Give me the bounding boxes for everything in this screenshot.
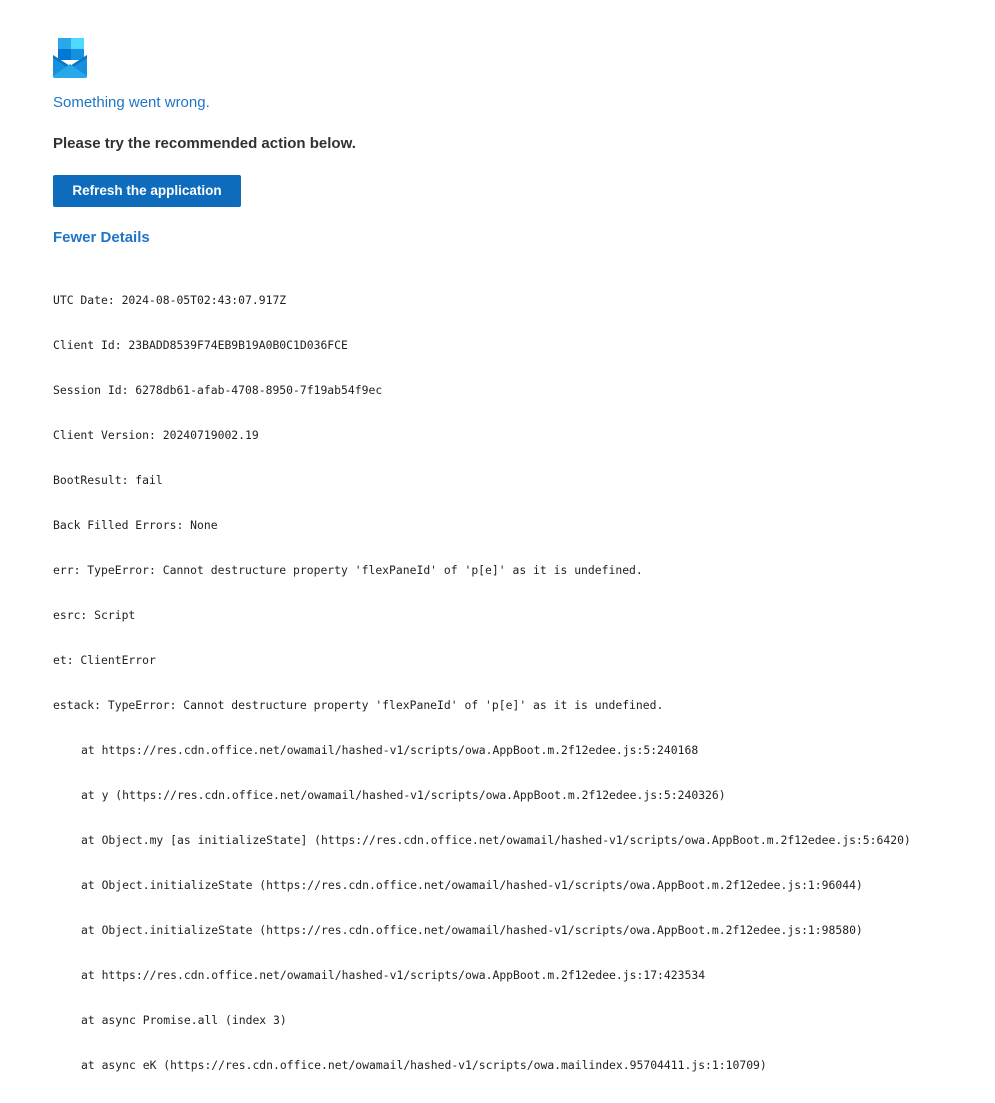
detail-client-version: Client Version: 20240719002.19 (53, 428, 259, 442)
detail-boot-result: BootResult: fail (53, 473, 163, 487)
stack-frame: at y (https://res.cdn.office.net/owamail… (81, 788, 726, 802)
stack-frame: at https://res.cdn.office.net/owamail/ha… (81, 968, 706, 982)
outlook-envelope-icon (53, 38, 87, 78)
detail-client-id: Client Id: 23BADD8539F74EB9B19A0B0C1D036… (53, 338, 348, 352)
refresh-application-button[interactable]: Refresh the application (53, 175, 241, 207)
detail-back-filled-errors: Back Filled Errors: None (53, 518, 218, 532)
detail-err: err: TypeError: Cannot destructure prope… (53, 563, 643, 577)
stack-frame: at Object.initializeState (https://res.c… (81, 878, 863, 892)
detail-et: et: ClientError (53, 653, 156, 667)
detail-esrc: esrc: Script (53, 608, 136, 622)
stack-frame: at async Promise.all (index 3) (81, 1013, 287, 1027)
stack-frame: at Object.my [as initializeState] (https… (81, 833, 911, 847)
error-page: Something went wrong. Please try the rec… (53, 38, 983, 1103)
stack-frame: at https://res.cdn.office.net/owamail/ha… (81, 743, 699, 757)
detail-session-id: Session Id: 6278db61-afab-4708-8950-7f19… (53, 383, 383, 397)
stack-frame: at Object.initializeState (https://res.c… (81, 923, 863, 937)
detail-utc-date: UTC Date: 2024-08-05T02:43:07.917Z (53, 293, 287, 307)
recommended-action-text: Please try the recommended action below. (53, 135, 356, 152)
error-details: UTC Date: 2024-08-05T02:43:07.917Z Clien… (53, 263, 983, 1103)
detail-estack: estack: TypeError: Cannot destructure pr… (53, 698, 664, 712)
fewer-details-link[interactable]: Fewer Details (53, 229, 983, 247)
error-headline: Something went wrong. (53, 94, 210, 111)
stack-frame: at async eK (https://res.cdn.office.net/… (81, 1058, 767, 1072)
